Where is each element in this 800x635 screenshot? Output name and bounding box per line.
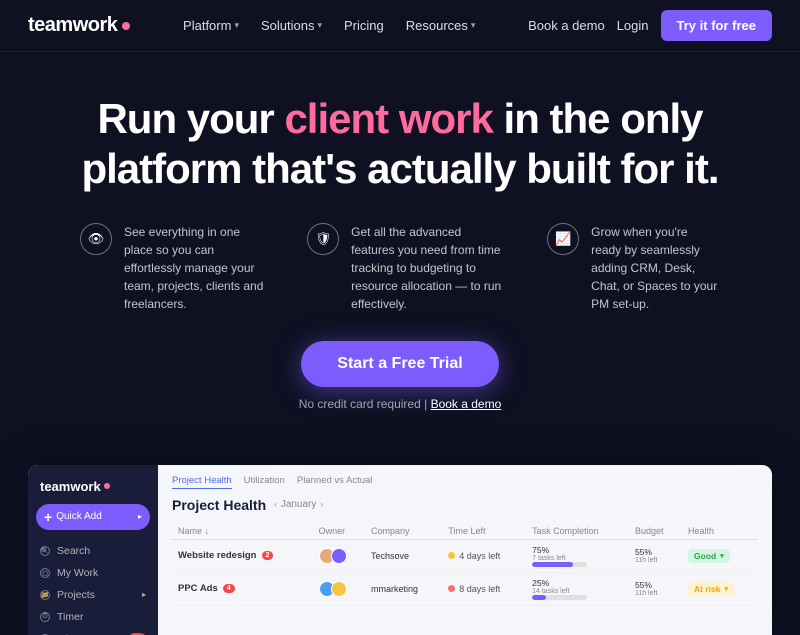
feature-list: 👁 See everything in one place so you can… bbox=[80, 223, 720, 313]
hero-section: Run your client work in the only platfor… bbox=[0, 52, 800, 451]
progress-fill bbox=[532, 595, 546, 600]
owner-cell-1 bbox=[313, 539, 365, 572]
completion-cell-2: 25% 14 tasks left bbox=[526, 572, 629, 605]
dashboard-preview: teamwork + Quick Add ▸ 🔍 Search ◻ My Wor… bbox=[28, 465, 772, 635]
nav-platform[interactable]: Platform ▾ bbox=[175, 14, 247, 37]
feature-item-2: 🛡 Get all the advanced features you need… bbox=[307, 223, 507, 313]
avatar bbox=[331, 581, 347, 597]
col-timeleft: Time Left bbox=[442, 523, 526, 540]
db-page-title: Project Health bbox=[172, 497, 266, 513]
book-demo-link-cta[interactable]: Book a demo bbox=[431, 397, 502, 411]
db-nav-timer[interactable]: ⏱ Timer bbox=[28, 606, 158, 628]
db-sidebar: teamwork + Quick Add ▸ 🔍 Search ◻ My Wor… bbox=[28, 465, 158, 635]
quick-add-chevron: ▸ bbox=[138, 512, 142, 521]
db-nav-projects[interactable]: 📁 Projects ▸ bbox=[28, 584, 158, 606]
cta-subtext: No credit card required | Book a demo bbox=[80, 397, 720, 411]
project-health-table: Name ↓ Owner Company Time Left Task Comp… bbox=[172, 523, 758, 606]
headline-highlight: client work bbox=[284, 95, 492, 142]
db-tabs: Project Health Utilization Planned vs Ac… bbox=[172, 475, 758, 489]
logo-text: teamwork bbox=[28, 14, 117, 37]
col-company: Company bbox=[365, 523, 442, 540]
tab-planned-vs-actual[interactable]: Planned vs Actual bbox=[297, 475, 373, 489]
timer-icon: ⏱ bbox=[40, 612, 50, 622]
company-cell-1: Techsove bbox=[365, 539, 442, 572]
try-free-button[interactable]: Try it for free bbox=[661, 10, 772, 41]
tab-project-health[interactable]: Project Health bbox=[172, 475, 232, 489]
feature-item-1: 👁 See everything in one place so you can… bbox=[80, 223, 267, 313]
book-demo-link[interactable]: Book a demo bbox=[528, 18, 605, 33]
time-indicator-icon bbox=[448, 552, 455, 559]
progress-bar-2 bbox=[532, 595, 587, 600]
budget-cell-1: 55% 11h left bbox=[629, 539, 682, 572]
col-completion: Task Completion bbox=[526, 523, 629, 540]
avatar bbox=[331, 548, 347, 564]
db-nav-search[interactable]: 🔍 Search bbox=[28, 540, 158, 562]
db-logo: teamwork bbox=[28, 475, 158, 504]
projects-expand-icon: ▸ bbox=[142, 590, 146, 599]
col-name: Name ↓ bbox=[172, 523, 313, 540]
db-nav-inbox[interactable]: ✉ Inbox 19 bbox=[28, 628, 158, 635]
timeleft-cell-2: 8 days left bbox=[442, 572, 526, 605]
quick-add-button[interactable]: + Quick Add ▸ bbox=[36, 504, 150, 530]
table-row: Website redesign 2 Techsove bbox=[172, 539, 758, 572]
feature-text-2: Get all the advanced features you need f… bbox=[351, 223, 507, 313]
hero-headline: Run your client work in the only platfor… bbox=[80, 94, 720, 195]
headline-start: Run your bbox=[97, 95, 284, 142]
login-link[interactable]: Login bbox=[617, 18, 649, 33]
cta-section: Start a Free Trial No credit card requir… bbox=[80, 341, 720, 411]
db-nav-mywork[interactable]: ◻ My Work bbox=[28, 562, 158, 584]
completion-cell-1: 75% 7 tasks left bbox=[526, 539, 629, 572]
col-budget: Budget bbox=[629, 523, 682, 540]
shield-icon: 🛡 bbox=[307, 223, 339, 255]
next-month-icon[interactable]: › bbox=[320, 500, 323, 509]
project-badge-2: 4 bbox=[223, 584, 235, 593]
budget-cell-2: 55% 11h left bbox=[629, 572, 682, 605]
prev-month-icon[interactable]: ‹ bbox=[274, 500, 277, 509]
nav-solutions[interactable]: Solutions ▾ bbox=[253, 14, 330, 37]
nav-pricing[interactable]: Pricing bbox=[336, 14, 392, 37]
chevron-down-icon: ▾ bbox=[317, 20, 322, 31]
timeleft-cell-1: 4 days left bbox=[442, 539, 526, 572]
plus-icon: + bbox=[44, 509, 52, 525]
db-logo-dot bbox=[104, 483, 110, 489]
logo-dot bbox=[122, 22, 130, 30]
eye-icon: 👁 bbox=[80, 223, 112, 255]
db-header: Project Health ‹ January › bbox=[172, 497, 758, 513]
company-cell-2: mmarketing bbox=[365, 572, 442, 605]
project-name-2: PPC Ads 4 bbox=[178, 583, 307, 594]
mywork-icon: ◻ bbox=[40, 568, 50, 578]
table-row: PPC Ads 4 mmarketing bbox=[172, 572, 758, 605]
col-health: Health bbox=[682, 523, 758, 540]
feature-text-1: See everything in one place so you can e… bbox=[124, 223, 267, 313]
db-main: Project Health Utilization Planned vs Ac… bbox=[158, 465, 772, 635]
logo: teamwork bbox=[28, 14, 130, 37]
project-badge-1: 2 bbox=[262, 551, 274, 560]
health-cell-1: Good ▾ bbox=[682, 539, 758, 572]
feature-item-3: 📈 Grow when you're ready by seamlessly a… bbox=[547, 223, 720, 313]
col-owner: Owner bbox=[313, 523, 365, 540]
chevron-down-icon: ▾ bbox=[724, 585, 728, 593]
chevron-down-icon: ▾ bbox=[234, 20, 239, 31]
projects-icon: 📁 bbox=[40, 590, 50, 600]
chevron-down-icon: ▾ bbox=[471, 20, 476, 31]
start-trial-button[interactable]: Start a Free Trial bbox=[301, 341, 498, 387]
month-nav: ‹ January › bbox=[274, 499, 323, 510]
project-name-1: Website redesign 2 bbox=[178, 550, 307, 561]
time-indicator-icon bbox=[448, 585, 455, 592]
progress-fill bbox=[532, 562, 573, 567]
health-badge: Good ▾ bbox=[688, 549, 730, 563]
health-cell-2: At risk ▾ bbox=[682, 572, 758, 605]
chevron-down-icon: ▾ bbox=[720, 552, 724, 560]
navbar: teamwork Platform ▾ Solutions ▾ Pricing … bbox=[0, 0, 800, 52]
progress-bar-1 bbox=[532, 562, 587, 567]
tab-utilization[interactable]: Utilization bbox=[244, 475, 285, 489]
nav-actions: Book a demo Login Try it for free bbox=[528, 10, 772, 41]
feature-text-3: Grow when you're ready by seamlessly add… bbox=[591, 223, 720, 313]
owner-cell-2 bbox=[313, 572, 365, 605]
search-icon: 🔍 bbox=[40, 546, 50, 556]
nav-links: Platform ▾ Solutions ▾ Pricing Resources… bbox=[175, 14, 483, 37]
chart-icon: 📈 bbox=[547, 223, 579, 255]
health-badge: At risk ▾ bbox=[688, 582, 734, 596]
nav-resources[interactable]: Resources ▾ bbox=[398, 14, 484, 37]
